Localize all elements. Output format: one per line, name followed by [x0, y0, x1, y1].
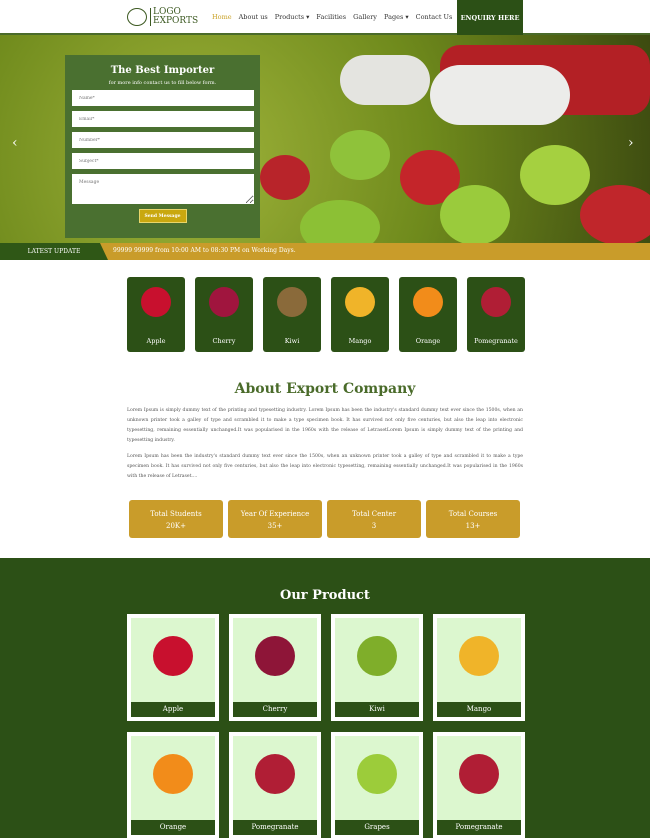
number-input[interactable] — [72, 132, 254, 148]
header: LOGO EXPORTS Home About us Products ▾ Fac… — [0, 0, 650, 35]
fruit-icon — [209, 287, 239, 317]
category-label: Cherry — [212, 337, 236, 345]
stat-label: Total Students — [150, 510, 202, 518]
product-card[interactable]: Mango — [433, 614, 525, 721]
category-card[interactable]: Apple — [127, 277, 185, 352]
stat-card: Total Courses 13+ — [426, 500, 520, 538]
about-title: About Export Company — [234, 381, 416, 397]
email-input[interactable] — [72, 111, 254, 127]
stat-card: Year Of Experience 35+ — [228, 500, 322, 538]
product-name: Mango — [437, 702, 521, 717]
category-card[interactable]: Cherry — [195, 277, 253, 352]
product-card[interactable]: Pomegranate — [229, 732, 321, 839]
nav-contact[interactable]: Contact Us — [416, 13, 453, 21]
product-name: Kiwi — [335, 702, 419, 717]
fruit-image — [357, 754, 397, 794]
product-name: Cherry — [233, 702, 317, 717]
stat-label: Year Of Experience — [240, 510, 310, 518]
name-input[interactable] — [72, 90, 254, 106]
fruit-image — [459, 754, 499, 794]
product-card[interactable]: Kiwi — [331, 614, 423, 721]
nav-about[interactable]: About us — [239, 13, 268, 21]
fruit-icon — [277, 287, 307, 317]
category-card[interactable]: Mango — [331, 277, 389, 352]
nav-gallery[interactable]: Gallery — [353, 13, 377, 21]
enquiry-form: The Best Importer for more info contact … — [65, 55, 260, 238]
stat-label: Total Courses — [448, 510, 498, 518]
category-card[interactable]: Pomegranate — [467, 277, 525, 352]
nav-facilities[interactable]: Facilities — [316, 13, 346, 21]
category-card[interactable]: Orange — [399, 277, 457, 352]
stats-row: Total Students 20K+ Year Of Experience 35+ T… — [129, 500, 520, 538]
category-label: Mango — [348, 337, 372, 345]
fruit-image — [357, 636, 397, 676]
subject-input[interactable] — [72, 153, 254, 169]
stat-card: Total Students 20K+ — [129, 500, 223, 538]
category-label: Apple — [146, 337, 166, 345]
fruit-icon — [141, 287, 171, 317]
logo[interactable]: LOGO EXPORTS — [127, 8, 198, 26]
enquiry-button[interactable]: ENQUIRY HERE — [457, 0, 523, 35]
prev-slide-icon[interactable]: ‹ — [12, 135, 18, 151]
category-label: Kiwi — [284, 337, 300, 345]
stat-value: 20K+ — [165, 522, 186, 530]
product-card[interactable]: Orange — [127, 732, 219, 839]
apple-logo-icon — [127, 8, 147, 26]
category-label: Orange — [415, 337, 441, 345]
next-slide-icon[interactable]: › — [628, 135, 634, 151]
stat-value: 35+ — [267, 522, 283, 530]
category-label: Pomegranate — [474, 337, 518, 345]
send-message-button[interactable]: Send Message — [138, 209, 187, 223]
latest-update-message: 99999 99999 from 10:00 AM to 08:30 PM on… — [113, 247, 296, 254]
product-card[interactable]: Cherry — [229, 614, 321, 721]
product-card[interactable]: Pomegranate — [433, 732, 525, 839]
category-list: Apple Cherry Kiwi Mango Orange Pomegranate — [127, 277, 525, 352]
form-subtitle: for more info contact us to fill below f… — [108, 80, 217, 86]
latest-update-bar: LATEST UPDATE 99999 99999 from 10:00 AM … — [0, 243, 650, 260]
nav-pages[interactable]: Pages ▾ — [384, 13, 409, 21]
product-name: Apple — [131, 702, 215, 717]
latest-update-label: LATEST UPDATE — [0, 243, 108, 260]
products-title: Our Product — [280, 588, 370, 603]
about-paragraph-1: Lorem Ipsum is simply dummy text of the … — [127, 408, 523, 443]
fruit-icon — [481, 287, 511, 317]
stat-value: 13+ — [465, 522, 481, 530]
stat-card: Total Center 3 — [327, 500, 421, 538]
about-paragraph-2: Lorem Ipsum has been the industry's stan… — [127, 454, 523, 479]
fruit-icon — [345, 287, 375, 317]
product-name: Pomegranate — [437, 820, 521, 835]
message-input[interactable] — [72, 174, 254, 204]
form-title: The Best Importer — [110, 65, 215, 76]
fruit-image — [255, 636, 295, 676]
stat-value: 3 — [371, 522, 377, 530]
stat-label: Total Center — [351, 510, 397, 518]
main-nav: Home About us Products ▾ Facilities Gall… — [212, 13, 452, 21]
fruit-image — [255, 754, 295, 794]
products-section: Our Product Apple Cherry Kiwi Mango Orange Po… — [0, 558, 650, 839]
nav-home[interactable]: Home — [212, 13, 232, 21]
product-name: Orange — [131, 820, 215, 835]
fruit-image — [153, 636, 193, 676]
product-name: Grapes — [335, 820, 419, 835]
product-card[interactable]: Grapes — [331, 732, 423, 839]
product-name: Pomegranate — [233, 820, 317, 835]
product-card[interactable]: Apple — [127, 614, 219, 721]
fruit-image — [153, 754, 193, 794]
fruit-icon — [413, 287, 443, 317]
category-card[interactable]: Kiwi — [263, 277, 321, 352]
fruit-image — [459, 636, 499, 676]
nav-products[interactable]: Products ▾ — [275, 13, 310, 21]
